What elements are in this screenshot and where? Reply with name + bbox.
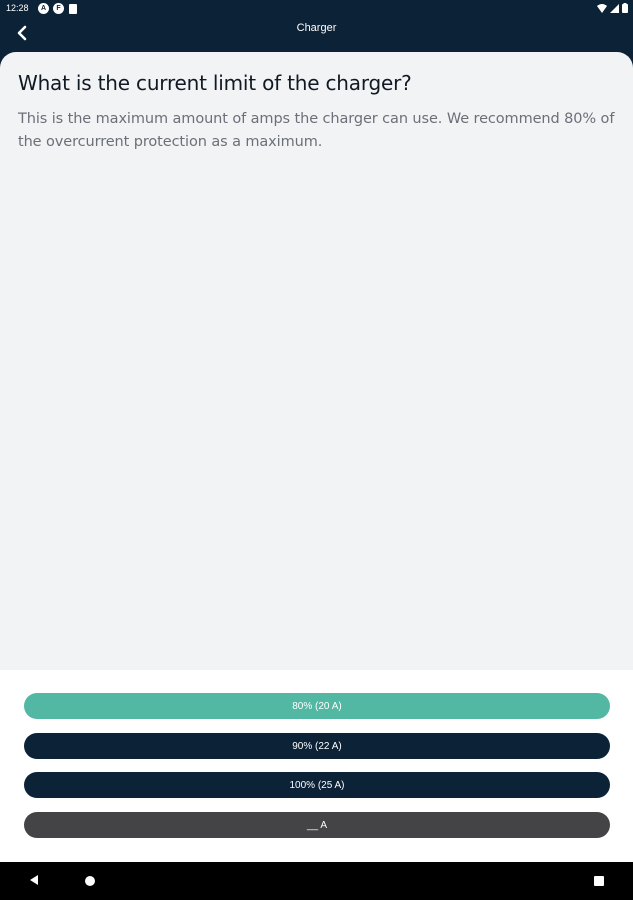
app-bar: Charger	[0, 18, 633, 54]
system-nav-bar	[0, 862, 633, 900]
option-90-percent-button[interactable]: 90% (22 A)	[24, 733, 610, 759]
status-time: 12:28	[6, 3, 29, 13]
option-80-percent-button[interactable]: 80% (20 A)	[24, 693, 610, 719]
signal-icon	[610, 3, 619, 13]
status-bar: 12:28 A F	[0, 0, 633, 18]
a-circle-icon: A	[38, 3, 49, 14]
status-icons-right	[597, 3, 628, 13]
option-100-percent-button[interactable]: 100% (25 A)	[24, 772, 610, 798]
question-title: What is the current limit of the charger…	[18, 71, 412, 95]
answer-options: 80% (20 A) 90% (22 A) 100% (25 A) __ A	[0, 670, 633, 862]
f-circle-icon: F	[53, 3, 64, 14]
question-description: This is the maximum amount of amps the c…	[18, 111, 615, 150]
status-icons-left: A F	[38, 3, 77, 14]
wifi-icon	[597, 3, 607, 13]
sim-card-icon	[69, 4, 77, 14]
back-triangle-icon[interactable]	[30, 875, 38, 885]
option-custom-amps-button[interactable]: __ A	[24, 812, 610, 838]
recents-square-icon[interactable]	[594, 876, 604, 886]
page-title: Charger	[296, 22, 337, 34]
home-circle-icon[interactable]	[85, 876, 95, 886]
battery-icon	[622, 3, 628, 13]
question-card: What is the current limit of the charger…	[0, 52, 633, 670]
